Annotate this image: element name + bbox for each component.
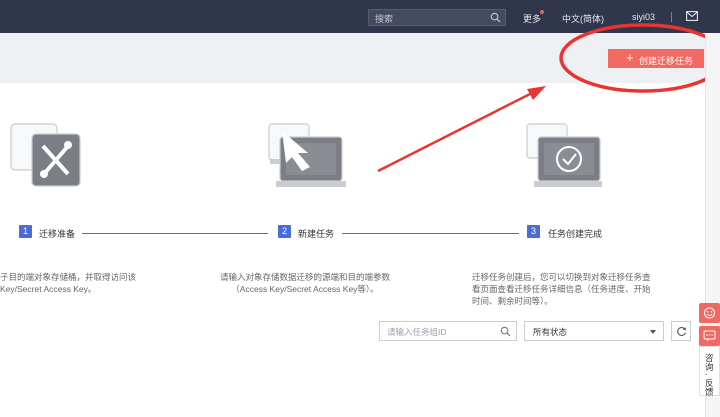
search-icon[interactable] bbox=[500, 326, 511, 337]
annotation-arrow-head bbox=[527, 86, 546, 100]
step-2-label: 新建任务 bbox=[298, 229, 335, 239]
task-complete-illustration-icon bbox=[526, 123, 602, 187]
annotation-ellipse bbox=[559, 23, 720, 93]
step-1-number: 1 bbox=[19, 225, 32, 238]
step-2-desc-line-2: （Access Key/Secret Access Key等）。 bbox=[231, 284, 379, 294]
step-1-desc-line-1: 子目的端对象存储桶，并取得访问该 bbox=[0, 272, 137, 282]
task-group-search-placeholder: 请输入任务组ID bbox=[387, 327, 447, 337]
refresh-button[interactable] bbox=[671, 321, 691, 341]
chat-button[interactable] bbox=[699, 326, 720, 346]
step-1-description: 子目的端对象存储桶，并取得访问该 Key/Secret Access Key。 bbox=[0, 271, 175, 295]
consult-feedback-panel[interactable]: 咨 询 · 反 馈 bbox=[699, 346, 720, 397]
consult-feedback-char: 馈 bbox=[705, 387, 714, 397]
step-3-desc-line-3: 时间、剩余时间等）。 bbox=[472, 296, 553, 306]
smiley-feedback-button[interactable] bbox=[699, 303, 720, 323]
step-3-desc-line-2: 看页面查看迁移任务详细信息（任务进度、开始 bbox=[472, 284, 651, 294]
step-3-number: 3 bbox=[527, 225, 540, 238]
status-filter-value: 所有状态 bbox=[533, 327, 568, 337]
chevron-down-icon bbox=[650, 330, 656, 334]
chat-icon bbox=[703, 330, 716, 342]
step-connector-1 bbox=[82, 233, 268, 234]
annotation-arrow-line bbox=[377, 91, 533, 173]
step-2-number: 2 bbox=[278, 225, 291, 238]
smiley-icon bbox=[703, 307, 716, 319]
step-3-description: 迁移任务创建后，您可以切换到对象迁移任务查 看页面查看迁移任务详细信息（任务进度… bbox=[472, 271, 687, 307]
step-2-desc-line-1: 请输入对象存储数据迁移的源端和目的端参数 bbox=[219, 272, 390, 282]
step-3-desc-line-1: 迁移任务创建后，您可以切换到对象迁移任务查 bbox=[472, 272, 651, 282]
step-3-label: 任务创建完成 bbox=[548, 229, 603, 239]
step-2-description: 请输入对象存储数据迁移的源端和目的端参数 （Access Key/Secret … bbox=[205, 271, 405, 295]
migration-illustration-icon bbox=[268, 123, 346, 187]
step-1-label: 迁移准备 bbox=[39, 229, 76, 239]
step-connector-2 bbox=[342, 233, 519, 234]
annotation-overlay bbox=[377, 23, 720, 173]
step-1-desc-line-2: Key/Secret Access Key。 bbox=[0, 284, 97, 294]
status-filter-select[interactable]: 所有状态 bbox=[524, 321, 664, 341]
tools-illustration-icon bbox=[10, 123, 81, 187]
refresh-icon bbox=[677, 327, 686, 336]
task-group-id-search-input[interactable]: 请输入任务组ID bbox=[379, 321, 517, 341]
